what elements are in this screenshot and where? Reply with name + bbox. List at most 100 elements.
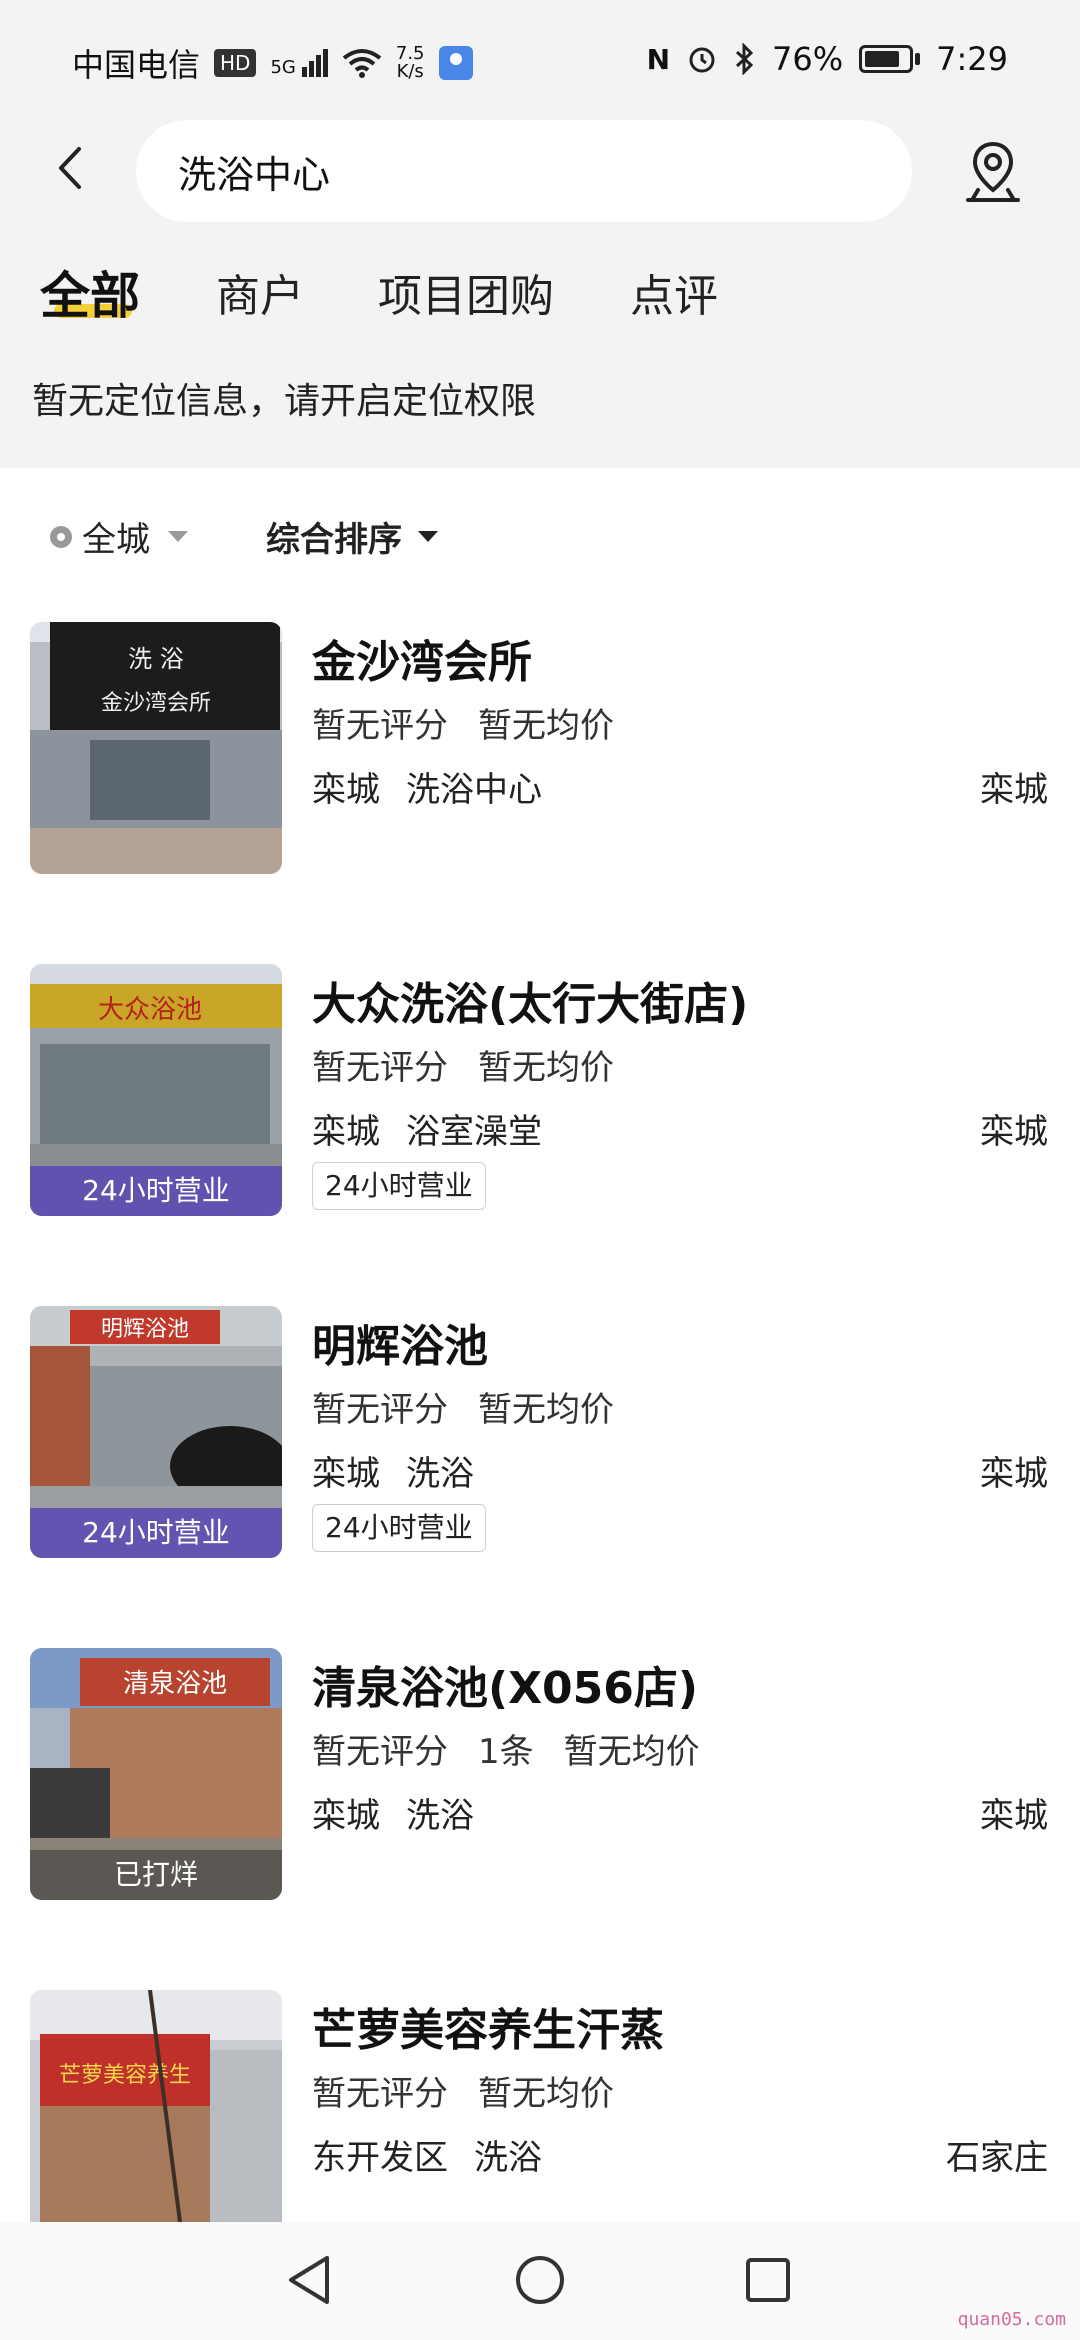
status-left: 中国电信 HD 5G 7.5 K/s (72, 40, 473, 86)
battery-icon (859, 45, 921, 73)
area-filter[interactable]: 全城 (50, 512, 188, 561)
category-label: 浴室澡堂 (406, 1112, 542, 1152)
system-nav-bar: quan05.com (0, 2222, 1080, 2340)
city-label: 栾城 (980, 1112, 1048, 1152)
city-label: 栾城 (980, 1796, 1048, 1836)
district-label: 栾城 (312, 1112, 380, 1152)
rating-text: 暂无评分 (312, 1390, 448, 1430)
tab-group-deals[interactable]: 项目团购 (378, 260, 554, 324)
location-permission-message[interactable]: 暂无定位信息，请开启定位权限 (32, 372, 536, 424)
price-text: 暂无均价 (478, 706, 614, 746)
watermark: quan05.com (957, 2309, 1066, 2330)
svg-text:清泉浴池: 清泉浴池 (123, 1669, 227, 1699)
status-right: N 76% 7:29 (647, 40, 1008, 78)
shop-photo: 清泉浴池 已打烊 (30, 1648, 282, 1900)
svg-text:洗 浴: 洗 浴 (128, 645, 184, 673)
feature-tag: 24小时营业 (312, 1504, 486, 1552)
back-button[interactable] (40, 138, 100, 198)
category-label: 洗浴 (406, 1796, 474, 1836)
alarm-icon (689, 47, 715, 73)
svg-text:芒萝美容养生: 芒萝美容养生 (59, 2063, 191, 2088)
shop-photo: 洗 浴 金沙湾会所 (30, 622, 282, 874)
nfc-icon: N (646, 42, 671, 76)
city-label: 栾城 (980, 770, 1048, 810)
carrier-label: 中国电信 (72, 46, 201, 84)
bluetooth-icon (735, 43, 754, 75)
rating-text: 暂无评分 (312, 1048, 448, 1088)
tab-reviews[interactable]: 点评 (630, 260, 718, 324)
sort-filter[interactable]: 综合排序 (266, 512, 438, 561)
district-label: 东开发区 (312, 2138, 448, 2178)
nav-back-button[interactable] (276, 2248, 340, 2312)
speed-unit: K/s (396, 61, 424, 82)
shop-tags: 栾城 洗浴 (312, 1788, 500, 1837)
signal-icon: 5G (270, 49, 328, 78)
circle-home-icon (516, 2256, 564, 2304)
nav-recents-button[interactable] (736, 2248, 800, 2312)
shop-meta: 暂无评分 暂无均价 (312, 698, 644, 747)
district-label: 栾城 (312, 1454, 380, 1494)
nav-home-button[interactable] (508, 2248, 572, 2312)
shop-name: 大众洗浴(太行大街店) (312, 979, 749, 1030)
shop-meta: 暂无评分 暂无均价 (312, 2066, 644, 2115)
shop-name: 明辉浴池 (312, 1321, 488, 1372)
shop-tags: 东开发区 洗浴 (312, 2130, 568, 2179)
list-item[interactable]: 大众浴池 24小时营业 大众洗浴(太行大街店) 暂无评分 暂无均价 栾城 浴室澡堂 … (0, 964, 1080, 1264)
wifi-icon (342, 49, 382, 78)
price-text: 暂无均价 (478, 2074, 614, 2114)
review-count: 1条 (478, 1732, 534, 1772)
shop-meta: 暂无评分 1条 暂无均价 (312, 1724, 730, 1773)
price-text: 暂无均价 (563, 1732, 700, 1772)
caret-down-icon (418, 531, 438, 542)
search-query: 洗浴中心 (178, 152, 331, 197)
city-label: 石家庄 (946, 2138, 1048, 2178)
category-label: 洗浴中心 (406, 770, 542, 810)
price-text: 暂无均价 (478, 1048, 614, 1088)
image-badge: 24小时营业 (30, 1508, 282, 1558)
category-label: 洗浴 (406, 1454, 474, 1494)
network-type-label: 5G (270, 57, 296, 78)
shop-tags: 栾城 浴室澡堂 (312, 1104, 568, 1153)
area-filter-label: 全城 (82, 520, 150, 560)
hd-icon: HD (214, 49, 257, 77)
svg-text:大众浴池: 大众浴池 (98, 995, 202, 1025)
shop-name: 芒萝美容养生汗蒸 (312, 2005, 664, 2056)
shop-tags: 栾城 洗浴中心 (312, 762, 568, 811)
status-bar: 中国电信 HD 5G 7.5 K/s N 76% 7:29 (0, 0, 1080, 120)
caret-down-icon (168, 531, 188, 542)
feature-tag: 24小时营业 (312, 1162, 486, 1210)
battery-percent: 76% (772, 40, 844, 78)
svg-text:金沙湾会所: 金沙湾会所 (101, 691, 211, 716)
search-input[interactable]: 洗浴中心 (136, 120, 912, 222)
chevron-left-icon (59, 147, 81, 189)
district-label: 栾城 (312, 770, 380, 810)
image-badge: 已打烊 (30, 1850, 282, 1900)
filter-bar: 全城 综合排序 (0, 468, 1080, 598)
shop-meta: 暂无评分 暂无均价 (312, 1040, 644, 1089)
sort-filter-label: 综合排序 (266, 520, 402, 560)
category-label: 洗浴 (474, 2138, 542, 2178)
district-label: 栾城 (312, 1796, 380, 1836)
shop-name: 清泉浴池(X056店) (312, 1663, 698, 1714)
network-speed: 7.5 K/s (396, 45, 425, 81)
triangle-back-icon (289, 2256, 329, 2304)
tab-merchants[interactable]: 商户 (216, 260, 304, 324)
shop-tags: 栾城 洗浴 (312, 1446, 500, 1495)
app-notification-icon (438, 46, 473, 80)
rating-text: 暂无评分 (312, 1732, 448, 1772)
map-pin-icon (966, 141, 1020, 202)
price-text: 暂无均价 (478, 1390, 614, 1430)
city-label: 栾城 (980, 1454, 1048, 1494)
shop-photo: 明辉浴池 24小时营业 (30, 1306, 282, 1558)
tab-all[interactable]: 全部 (40, 256, 140, 328)
list-item[interactable]: 清泉浴池 已打烊 清泉浴池(X056店) 暂无评分 1条 暂无均价 栾城 洗浴 栾城 (0, 1648, 1080, 1948)
shop-photo: 大众浴池 24小时营业 (30, 964, 282, 1216)
list-item[interactable]: 洗 浴 金沙湾会所 金沙湾会所 暂无评分 暂无均价 栾城 洗浴中心 栾城 (0, 622, 1080, 922)
map-button[interactable] (958, 138, 1028, 208)
list-item[interactable]: 明辉浴池 24小时营业 明辉浴池 暂无评分 暂无均价 栾城 洗浴 栾城 24小时营业 (0, 1306, 1080, 1606)
shop-meta: 暂无评分 暂无均价 (312, 1382, 644, 1431)
location-dot-icon (50, 525, 72, 548)
square-recents-icon (746, 2258, 790, 2302)
shop-name: 金沙湾会所 (312, 637, 532, 688)
svg-text:明辉浴池: 明辉浴池 (101, 1317, 189, 1342)
